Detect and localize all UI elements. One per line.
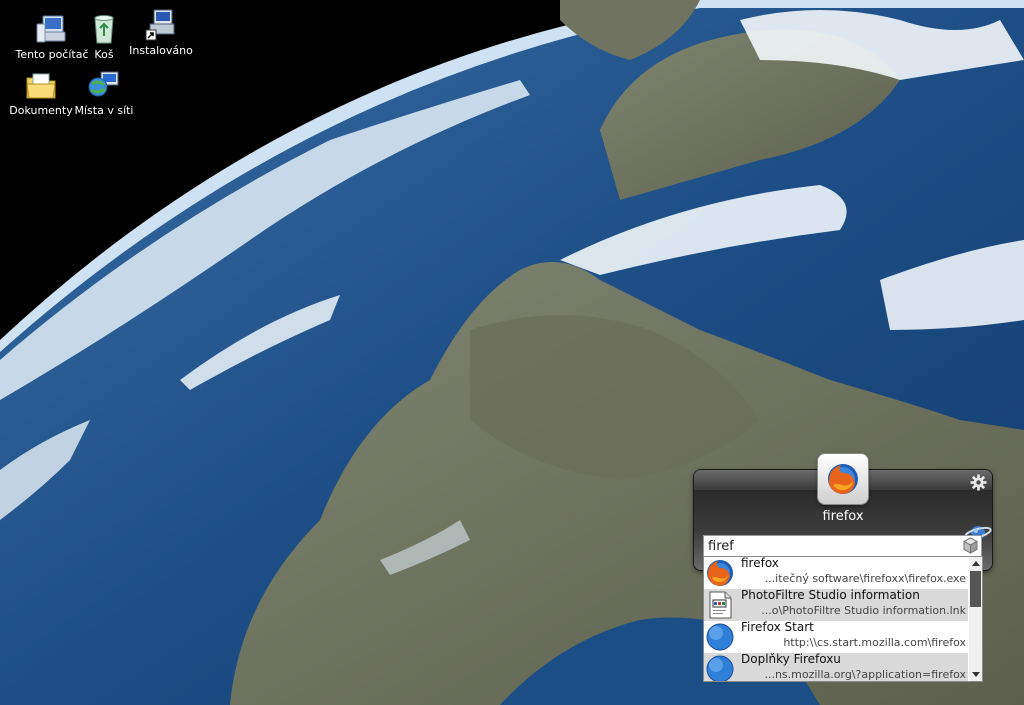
installer-shortcut-icon (145, 9, 175, 41)
scroll-down-arrow-icon[interactable] (969, 668, 982, 681)
selected-app-tile[interactable] (818, 454, 868, 504)
result-item[interactable]: firefox ...itečný software\firefoxx\fire… (704, 557, 968, 589)
globe-icon (706, 623, 734, 651)
result-title: Firefox Start (741, 620, 814, 634)
result-path: ...ns.mozilla.org\?application=firefox (764, 668, 966, 681)
desktop-icon-installer[interactable]: Instalováno (121, 8, 201, 57)
result-path: ...o\PhotoFiltre Studio information.lnk (761, 604, 966, 617)
result-item[interactable]: PhotoFiltre Studio information ...o\Phot… (704, 588, 968, 621)
selected-app-name: firefox (822, 509, 864, 524)
search-box (703, 535, 982, 557)
firefox-icon (707, 560, 733, 586)
catalog-cube-icon[interactable] (962, 537, 979, 554)
globe-icon (706, 655, 734, 681)
results-list: firefox ...itečný software\firefoxx\fire… (703, 556, 983, 682)
result-title: PhotoFiltre Studio information (741, 588, 920, 602)
result-path: ...itečný software\firefoxx\firefox.exe (764, 572, 966, 585)
scroll-up-arrow-icon[interactable] (969, 557, 982, 570)
desktop-icon-network-places[interactable]: Místa v síti (64, 68, 144, 117)
results-scrollbar[interactable] (969, 557, 982, 681)
document-icon (709, 591, 732, 619)
desktop-icon-label: Místa v síti (74, 104, 134, 117)
search-input[interactable] (708, 537, 958, 555)
result-item[interactable]: Firefox Start http:\\cs.start.mozilla.co… (704, 620, 968, 653)
scrollbar-thumb[interactable] (970, 571, 981, 607)
documents-folder-icon (26, 73, 56, 99)
desktop-icon-label: Instalováno (129, 44, 193, 57)
recycle-bin-icon (94, 15, 114, 44)
network-places-icon (88, 71, 119, 97)
result-title: firefox (741, 556, 779, 570)
result-item[interactable]: Doplňky Firefoxu ...ns.mozilla.org\?appl… (704, 652, 968, 681)
firefox-icon (828, 464, 858, 494)
result-title: Doplňky Firefoxu (741, 652, 841, 666)
settings-gear-icon[interactable] (970, 474, 987, 491)
result-path: http:\\cs.start.mozilla.com\firefox (783, 636, 966, 649)
